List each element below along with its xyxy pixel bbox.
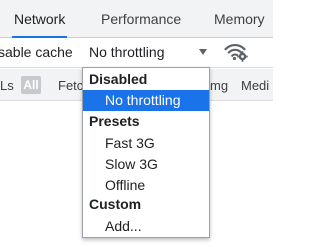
tab-memory[interactable]: Memory: [214, 0, 265, 37]
throttling-select-value: No throttling: [89, 44, 165, 60]
wifi-settings-icon[interactable]: [224, 42, 248, 62]
tab-memory-label: Memory: [214, 11, 265, 27]
tab-performance[interactable]: Performance: [101, 0, 181, 37]
devtools-window: Network Performance Memory sable cache N…: [0, 0, 273, 247]
menu-item-label: Add...: [105, 218, 142, 234]
panel-tab-bar: Network Performance Memory: [0, 0, 273, 38]
menu-item-label: Fast 3G: [105, 135, 155, 151]
filter-media[interactable]: Medi: [241, 78, 269, 93]
disable-cache-checkbox-label[interactable]: sable cache: [0, 44, 73, 60]
filter-partial-left[interactable]: Ls: [0, 78, 14, 93]
menu-group-header-disabled: Disabled: [89, 71, 148, 87]
filter-all-chip[interactable]: All: [21, 76, 41, 94]
network-toolbar: sable cache No throttling: [0, 38, 273, 68]
menu-item-label: No throttling: [105, 92, 181, 108]
menu-item-offline[interactable]: Offline: [83, 175, 209, 196]
menu-item-label: Slow 3G: [105, 156, 158, 172]
menu-item-fast-3g[interactable]: Fast 3G: [83, 133, 209, 154]
filter-img[interactable]: mg: [210, 78, 228, 93]
throttling-dropdown-menu: Disabled No throttling Presets Fast 3G S…: [82, 67, 210, 238]
menu-item-no-throttling[interactable]: No throttling: [83, 90, 209, 111]
menu-item-label: Offline: [105, 177, 146, 193]
throttling-select[interactable]: No throttling: [87, 42, 211, 64]
menu-item-add-custom[interactable]: Add...: [83, 216, 209, 237]
tab-network[interactable]: Network: [12, 0, 68, 38]
menu-item-slow-3g[interactable]: Slow 3G: [83, 154, 209, 175]
chevron-down-icon: [199, 49, 207, 55]
menu-group-header-presets: Presets: [89, 113, 140, 129]
tab-performance-label: Performance: [101, 11, 182, 27]
tab-network-label: Network: [14, 11, 66, 27]
filter-fetch[interactable]: Fetc: [58, 78, 83, 93]
menu-group-header-custom: Custom: [89, 196, 142, 212]
